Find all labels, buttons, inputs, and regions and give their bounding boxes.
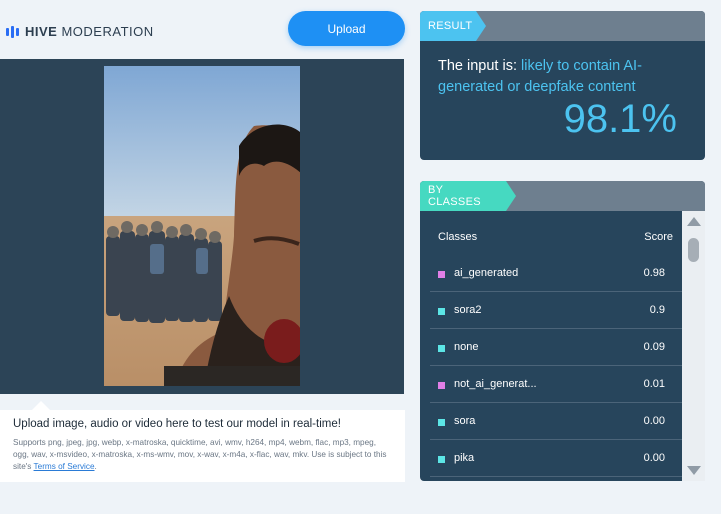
class-row: not_ai_generat... 0.01	[430, 366, 683, 403]
upload-info-title: Upload image, audio or video here to tes…	[13, 418, 341, 430]
class-color-swatch-icon	[438, 271, 445, 278]
class-row: none 0.09	[430, 329, 683, 366]
classes-table-header: Classes Score	[430, 211, 683, 255]
class-score: 0.01	[643, 378, 665, 390]
terms-of-service-link[interactable]: Terms of Service	[34, 462, 95, 471]
class-score: 0.98	[643, 267, 665, 279]
classes-scrollbar[interactable]	[682, 211, 705, 481]
class-name: sora2	[454, 304, 482, 316]
class-row: sora2 0.9	[430, 292, 683, 329]
class-score: 0.09	[643, 341, 665, 353]
result-score: 98.1%	[563, 97, 677, 141]
scroll-thumb[interactable]	[688, 238, 699, 262]
supported-formats-text: Supports png, jpeg, jpg, webp, x-matrosk…	[13, 437, 393, 473]
class-color-swatch-icon	[438, 456, 445, 463]
media-preview-panel	[0, 59, 404, 394]
hive-logo[interactable]: HIVE MODERATION	[6, 24, 154, 39]
video-frame-image	[104, 66, 300, 386]
class-name: pika	[454, 452, 475, 464]
class-name: none	[454, 341, 479, 353]
upload-info-card: Upload image, audio or video here to tes…	[0, 401, 405, 482]
result-tag: RESULT	[420, 11, 486, 41]
terms-suffix: .	[94, 462, 97, 471]
classes-panel-header: BY CLASSES	[420, 181, 705, 211]
class-score: 0.00	[643, 452, 665, 464]
class-score: 0.00	[643, 415, 665, 427]
classes-table: Classes Score ai_generated 0.98 sora2 0.9 no…	[430, 211, 683, 481]
upload-button[interactable]: Upload	[288, 11, 405, 46]
result-panel-header: RESULT	[420, 11, 705, 41]
class-row: ai_generated 0.98	[430, 255, 683, 292]
uploaded-video-preview[interactable]	[104, 66, 300, 386]
logo-light: MODERATION	[61, 24, 154, 39]
result-panel: RESULT The input is: likely to contain A…	[420, 11, 705, 160]
class-row: sora 0.00	[430, 403, 683, 440]
logo-text: HIVE MODERATION	[25, 24, 154, 39]
classes-tag: BY CLASSES	[420, 181, 516, 211]
column-classes: Classes	[438, 231, 478, 243]
class-name: not_ai_generat...	[454, 378, 537, 390]
info-pointer	[32, 401, 50, 410]
column-score: Score	[644, 231, 673, 243]
result-verdict: The input is: likely to contain AI-gener…	[438, 56, 688, 98]
class-color-swatch-icon	[438, 419, 445, 426]
class-score: 0.9	[649, 304, 665, 316]
class-color-swatch-icon	[438, 345, 445, 352]
class-name: sora	[454, 415, 476, 427]
logo-bold: HIVE	[25, 24, 58, 39]
result-prefix: The input is:	[438, 58, 522, 74]
class-name: ai_generated	[454, 267, 519, 279]
scroll-up-arrow-icon[interactable]	[687, 217, 701, 226]
class-row: pika 0.00	[430, 440, 683, 477]
classes-panel: BY CLASSES Classes Score ai_generated 0.9…	[420, 181, 705, 481]
class-color-swatch-icon	[438, 382, 445, 389]
class-color-swatch-icon	[438, 308, 445, 315]
logo-bars-icon	[6, 25, 19, 38]
scroll-down-arrow-icon[interactable]	[687, 466, 701, 475]
